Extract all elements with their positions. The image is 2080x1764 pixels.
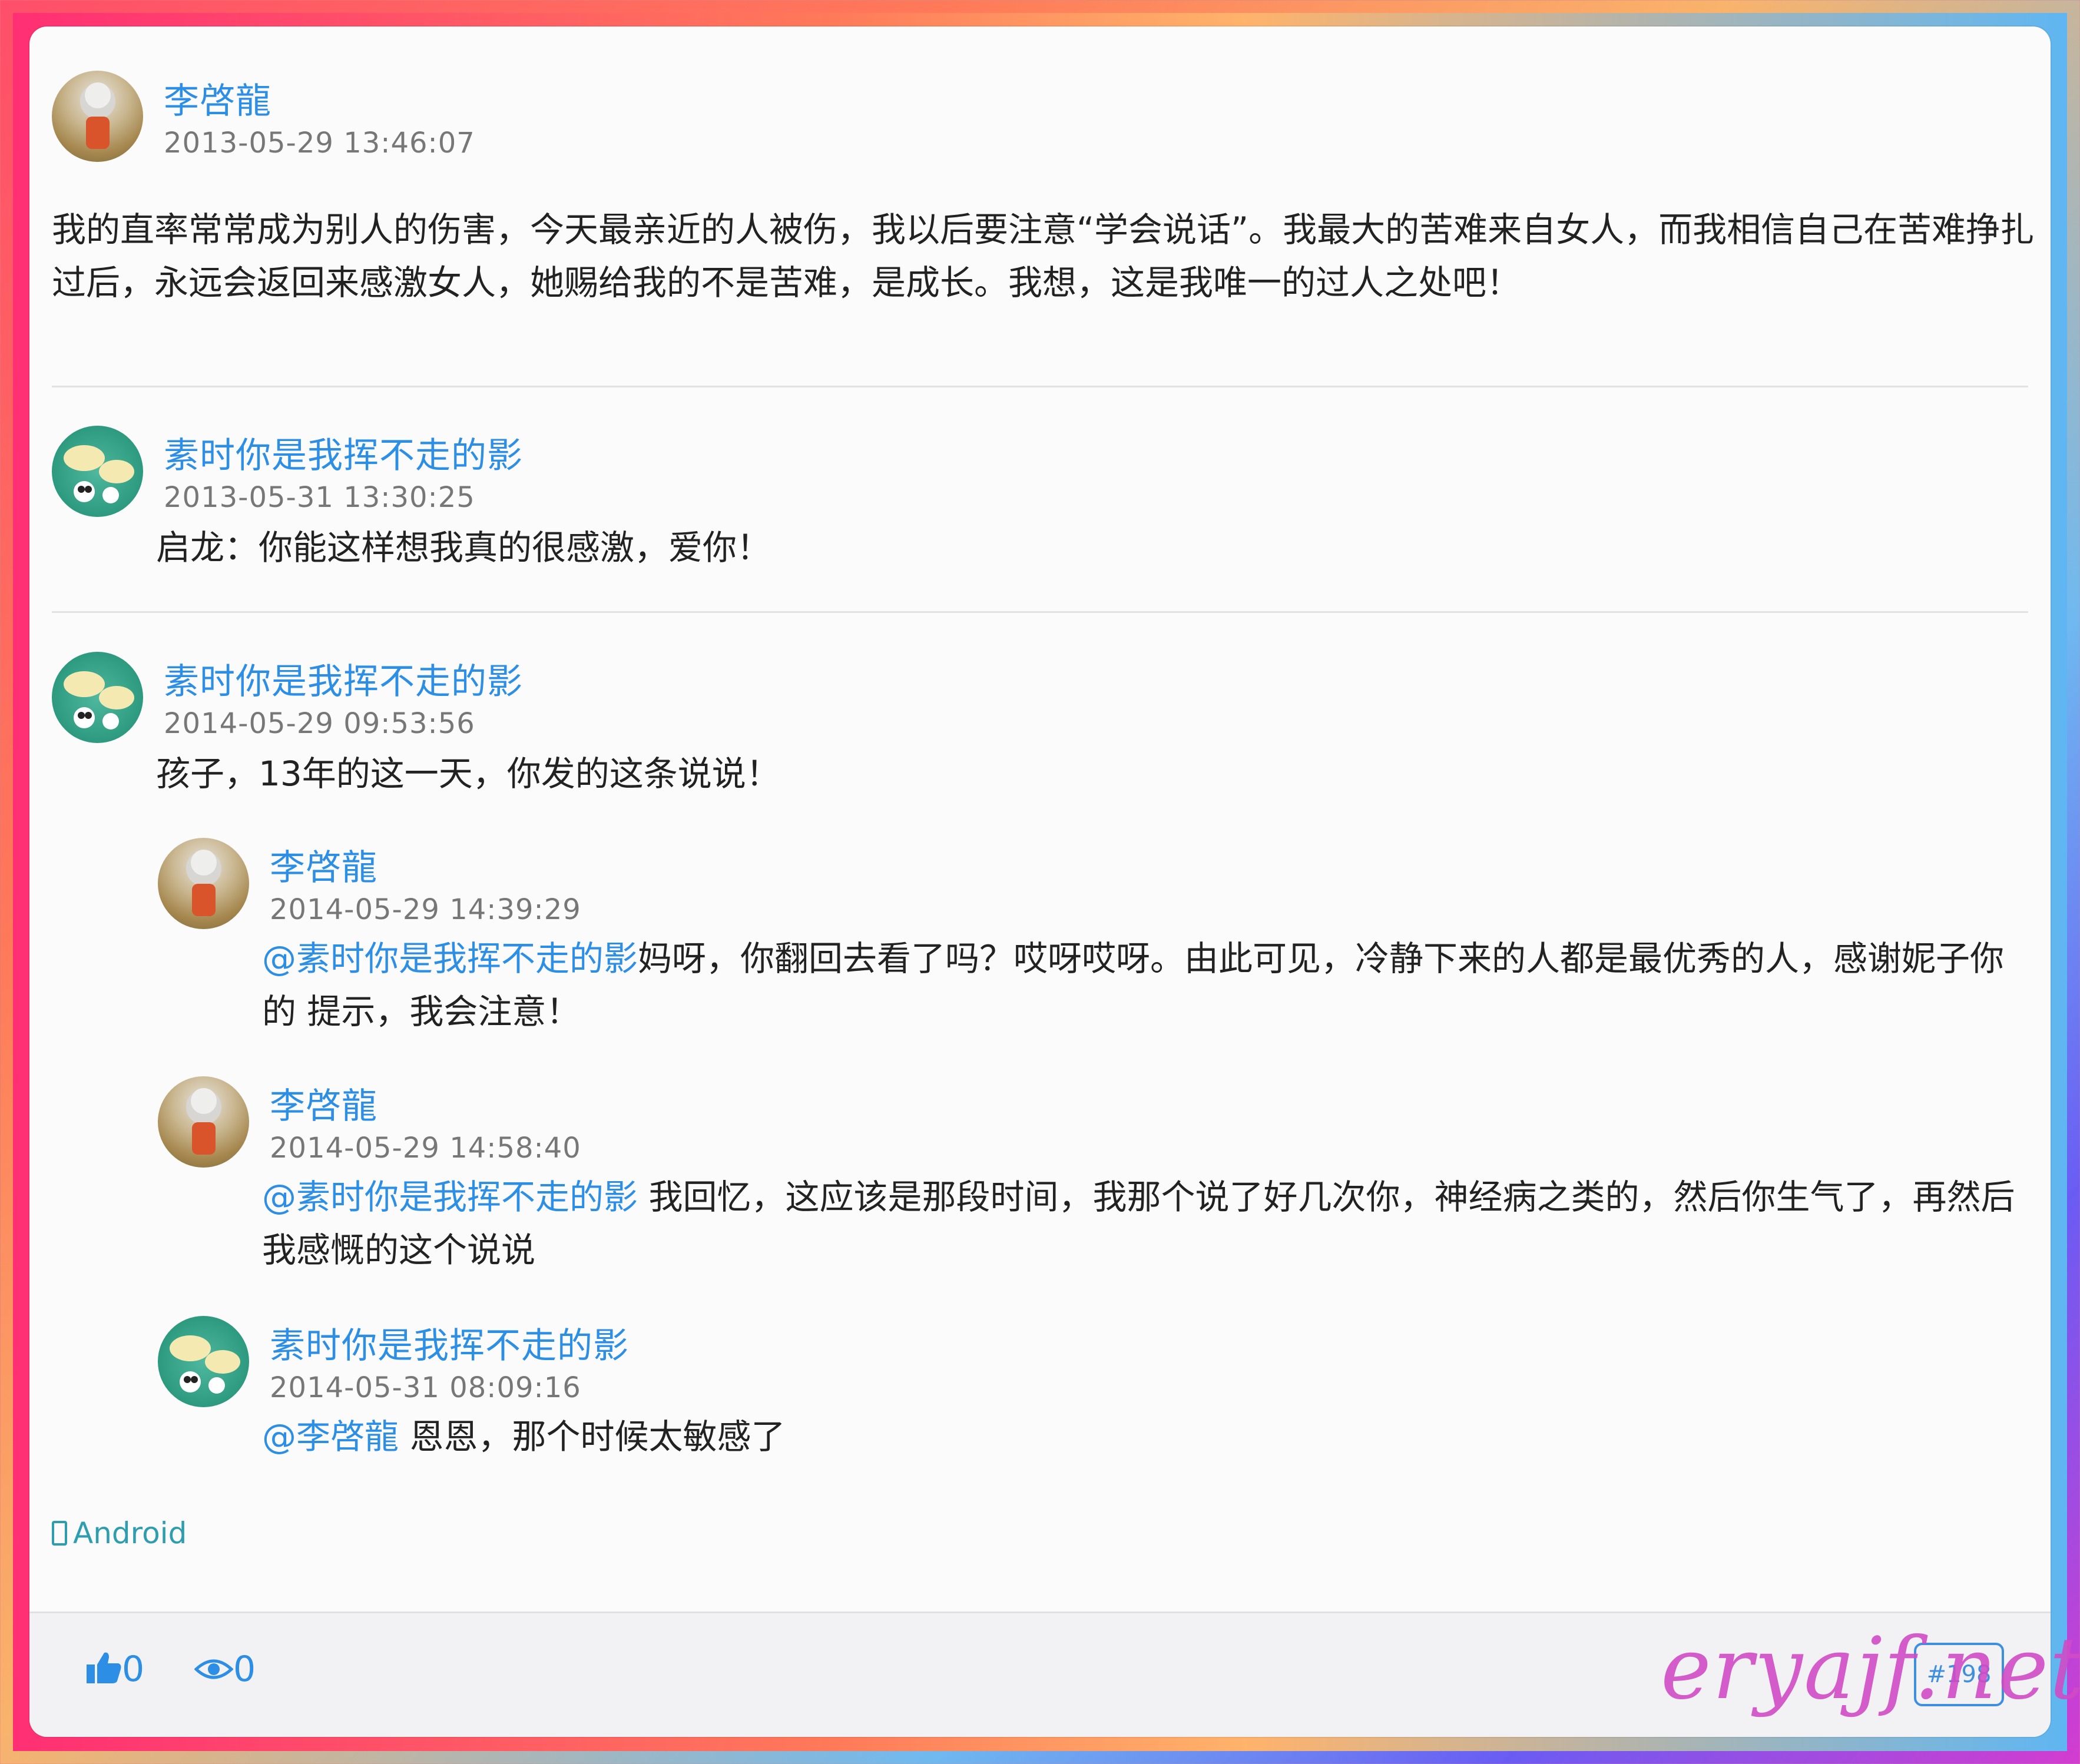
reply-body: @素时你是我挥不走的影妈呀，你翻回去看了吗？哎呀哎呀。由此可见，冷静下来的人都是… xyxy=(262,932,2029,1038)
source-label: Android xyxy=(52,1516,187,1550)
author-avatar[interactable] xyxy=(52,71,143,162)
mention-link[interactable]: @素时你是我挥不走的影 xyxy=(262,939,638,979)
view-count: 0 xyxy=(233,1649,256,1690)
comment-text: 启龙：你能这样想我真的很感激，爱你！ xyxy=(156,528,771,568)
mention-link[interactable]: @李啓龍 xyxy=(262,1417,399,1457)
view-counter[interactable]: 0 xyxy=(194,1649,256,1690)
reply-time: 2014-05-31 08:09:16 xyxy=(270,1371,581,1404)
post-text: 我的直率常常成为别人的伤害，今天最亲近的人被伤，我以后要注意“学会说话”。我最大… xyxy=(52,210,2035,303)
reply-avatar[interactable] xyxy=(158,1076,249,1168)
watermark: eryajf.net xyxy=(1661,1619,2080,1719)
commenter-avatar[interactable] xyxy=(52,652,143,743)
phone-icon xyxy=(52,1521,67,1546)
eye-icon xyxy=(194,1659,234,1679)
reply-avatar[interactable] xyxy=(158,1316,249,1407)
comment-time: 2013-05-31 13:30:25 xyxy=(164,481,475,514)
author-name[interactable]: 李啓龍 xyxy=(164,72,271,124)
post-time: 2013-05-29 13:46:07 xyxy=(164,127,475,160)
reply-author[interactable]: 素时你是我挥不走的影 xyxy=(270,1317,629,1368)
reply-body: @李啓龍 恩恩，那个时候太敏感了 xyxy=(262,1410,2029,1463)
thumbs-up-icon xyxy=(87,1652,121,1683)
reply-text: 恩恩，那个时候太敏感了 xyxy=(399,1417,786,1457)
reply-body: @素时你是我挥不走的影 我回忆，这应该是那段时间，我那个说了好几次你，神经病之类… xyxy=(262,1171,2029,1276)
mention-link[interactable]: @素时你是我挥不走的影 xyxy=(262,1177,638,1217)
reply-author[interactable]: 李啓龍 xyxy=(270,1077,377,1129)
post-card: 李啓龍 2013-05-29 13:46:07 我的直率常常成为别人的伤害，今天… xyxy=(29,26,2080,1737)
comment-author[interactable]: 素时你是我挥不走的影 xyxy=(164,653,523,704)
reply-time: 2014-05-29 14:39:29 xyxy=(270,893,581,926)
reply-author[interactable]: 李啓龍 xyxy=(270,839,377,890)
reply-time: 2014-05-29 14:58:40 xyxy=(270,1132,581,1165)
like-count: 0 xyxy=(122,1649,145,1690)
comment-author[interactable]: 素时你是我挥不走的影 xyxy=(164,427,523,478)
comment-text: 孩子，13年的这一天，你发的这条说说！ xyxy=(156,754,780,794)
comment-time: 2014-05-29 09:53:56 xyxy=(164,707,475,740)
divider xyxy=(52,386,2028,387)
commenter-avatar[interactable] xyxy=(52,426,143,517)
reply-avatar[interactable] xyxy=(158,838,249,929)
like-button[interactable]: 0 xyxy=(85,1649,144,1690)
divider xyxy=(52,611,2028,613)
